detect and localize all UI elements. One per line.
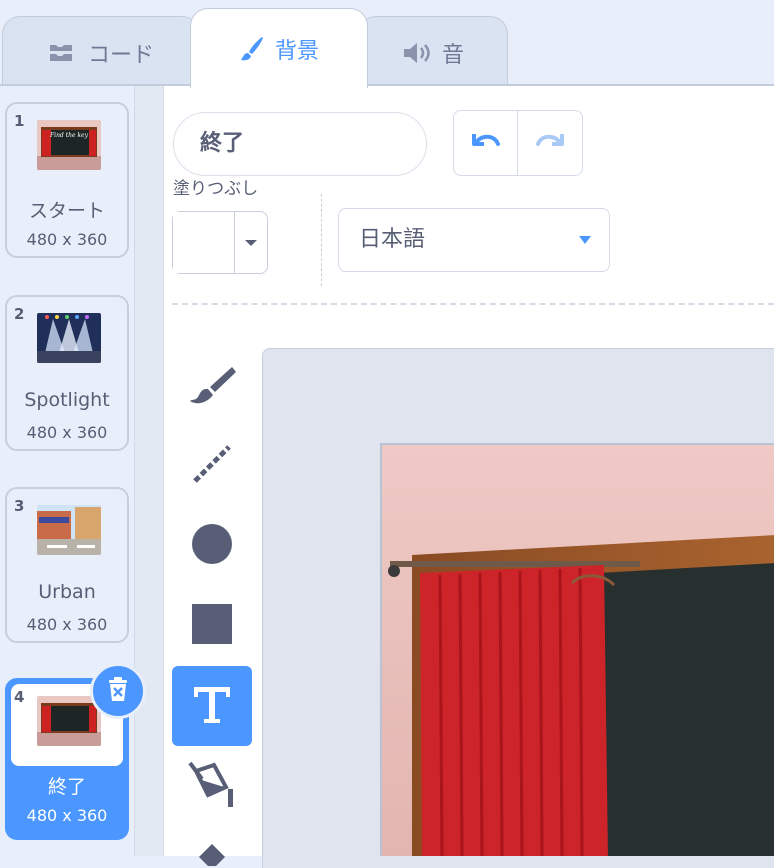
backdrop-thumbnail: Find the key (37, 120, 101, 170)
editor-tabs: コード 背景 音 (0, 0, 774, 88)
backdrop-thumbnail (37, 313, 101, 363)
redo-icon (534, 130, 566, 156)
font-dropdown-value: 日本語 (359, 227, 426, 252)
tab-label: 背景 (274, 38, 319, 64)
backdrop-number: 3 (14, 497, 25, 515)
backdrop-size: 480 x 360 (26, 423, 108, 442)
chevron-down-icon[interactable] (235, 212, 267, 273)
backdrop-number: 2 (14, 305, 25, 323)
backdrop-name: Urban (38, 581, 96, 603)
toolbar-divider (321, 194, 322, 286)
brush-icon (186, 361, 238, 411)
circle-tool-button[interactable] (172, 506, 252, 586)
line-tool-button[interactable] (172, 426, 252, 506)
backdrop-list-scrollbar[interactable] (134, 86, 164, 856)
svg-text:Find the key: Find the key (49, 132, 89, 139)
backdrop-artwork (382, 445, 774, 856)
paint-canvas[interactable] (380, 443, 774, 856)
tab-sounds[interactable]: 音 (358, 16, 508, 88)
backdrop-name: Spotlight (24, 389, 110, 411)
text-icon (189, 681, 235, 731)
redo-button[interactable] (518, 111, 582, 175)
trash-icon (105, 675, 131, 707)
line-icon (189, 441, 235, 491)
tab-backdrops[interactable]: 背景 (190, 8, 368, 88)
fill-color-picker[interactable] (172, 211, 268, 274)
paintbrush-icon (239, 35, 265, 63)
fill-color-swatch[interactable] (173, 212, 235, 273)
speaker-icon (402, 41, 432, 65)
backdrop-number: 1 (14, 112, 25, 130)
tab-code[interactable]: コード (2, 16, 200, 88)
undo-button[interactable] (454, 111, 518, 175)
fill-label: 塗りつぶし (173, 179, 259, 199)
rectangle-icon (189, 601, 235, 651)
delete-backdrop-button[interactable] (90, 663, 146, 719)
paint-bucket-icon (186, 759, 238, 813)
backdrop-thumbnail (37, 696, 101, 746)
rectangle-tool-button[interactable] (172, 586, 252, 666)
eraser-tool-button[interactable] (172, 826, 252, 866)
backdrop-name: スタート (28, 200, 105, 222)
backdrop-name: 終了 (47, 776, 86, 798)
toolbar-separator (172, 303, 774, 305)
backdrop-size: 480 x 360 (26, 806, 108, 825)
backdrop-item[interactable]: 2 Spotlight 480 x 360 (5, 295, 129, 451)
backdrop-item[interactable]: 3 Urban 480 x 360 (5, 487, 129, 643)
backdrop-thumbnail (37, 505, 101, 555)
dropdown-caret-icon (579, 236, 591, 244)
brush-tool-button[interactable] (172, 346, 252, 426)
font-dropdown[interactable]: 日本語 (338, 208, 610, 272)
fill-tool-button[interactable] (172, 746, 252, 826)
backdrop-item[interactable]: 1 Find the key スタート 480 x 360 (5, 102, 129, 258)
eraser-icon (197, 826, 227, 866)
undo-icon (470, 130, 502, 156)
tab-label: コード (87, 42, 154, 68)
backdrop-size: 480 x 360 (26, 615, 108, 634)
text-tool-button[interactable] (172, 666, 252, 746)
circle-icon (189, 521, 235, 571)
tab-label: 音 (441, 42, 464, 68)
costume-name-input[interactable]: 終了 (173, 112, 427, 176)
backdrop-size: 480 x 360 (26, 230, 108, 249)
code-blocks-icon (48, 42, 78, 64)
undo-redo-group (453, 110, 583, 176)
backdrop-number: 4 (14, 688, 25, 706)
